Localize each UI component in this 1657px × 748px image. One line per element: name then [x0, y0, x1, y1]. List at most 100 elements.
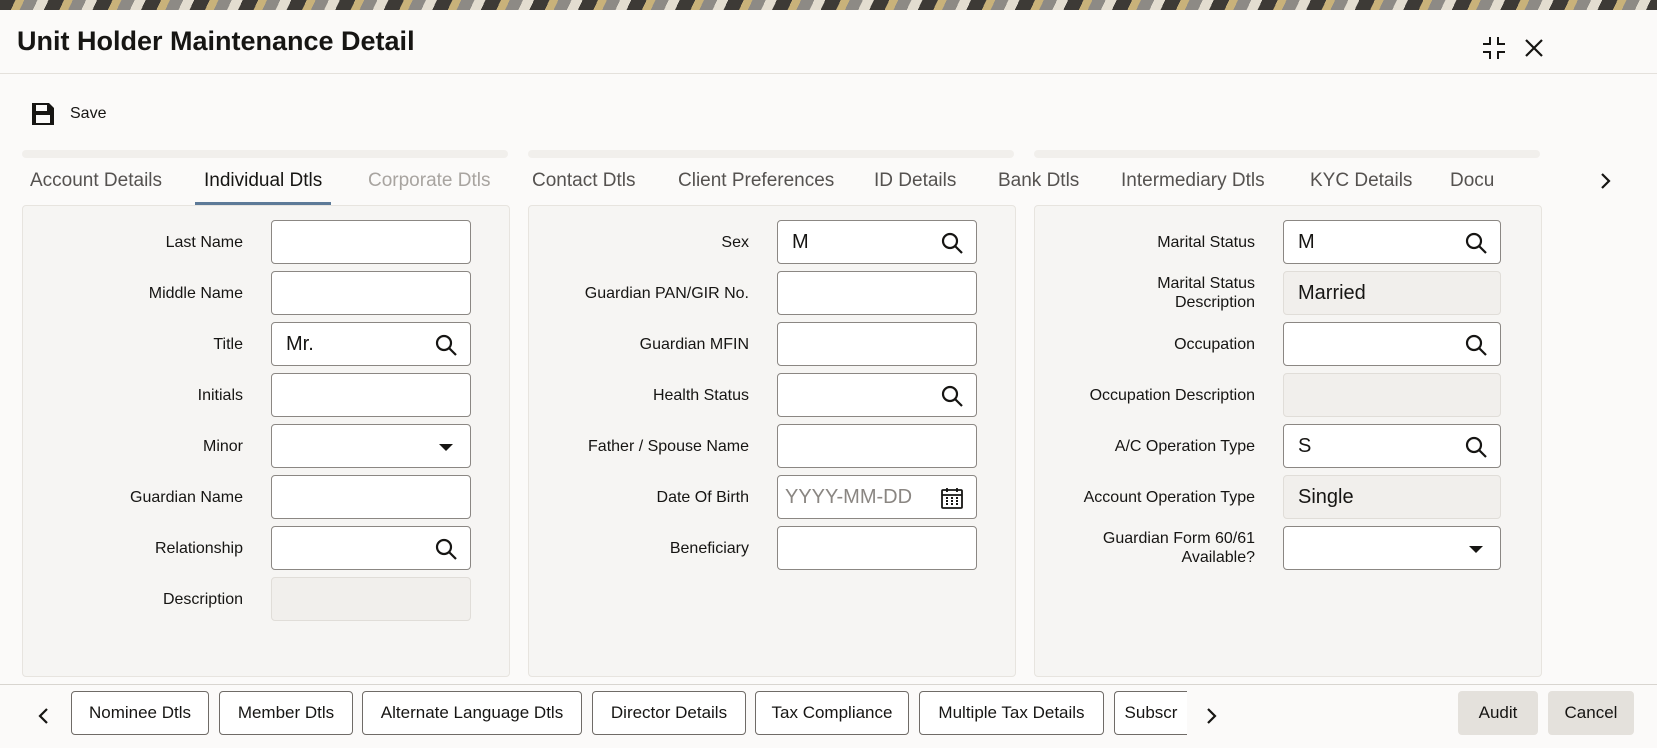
- guardian-mfin-field[interactable]: [777, 322, 977, 366]
- tab-intermediary-dtls[interactable]: Intermediary Dtls: [1121, 160, 1265, 202]
- account-op-type-label: Account Operation Type: [1083, 489, 1255, 506]
- scroll-right-icon[interactable]: [1200, 705, 1222, 727]
- tab-documents[interactable]: Docu: [1450, 160, 1494, 202]
- search-icon[interactable]: [940, 384, 964, 408]
- guardian-name-label: Guardian Name: [130, 489, 243, 506]
- guardian-pan-field[interactable]: [777, 271, 977, 315]
- tab-contact-dtls[interactable]: Contact Dtls: [532, 160, 635, 202]
- tabs-next-icon[interactable]: [1594, 170, 1616, 192]
- search-icon[interactable]: [434, 333, 458, 357]
- scroll-left-icon[interactable]: [33, 705, 55, 727]
- audit-button[interactable]: Audit: [1458, 691, 1538, 735]
- marital-desc-field: Married: [1283, 271, 1501, 315]
- nominee-dtls-button[interactable]: Nominee Dtls: [71, 691, 209, 735]
- sex-value: M: [792, 231, 809, 253]
- marital-status-value: M: [1298, 231, 1315, 253]
- dob-label: Date Of Birth: [656, 489, 749, 506]
- occupation-label: Occupation: [1174, 336, 1255, 353]
- middle-name-label: Middle Name: [148, 285, 243, 302]
- maximize-icon[interactable]: [1480, 34, 1508, 62]
- ac-op-type-label: A/C Operation Type: [1114, 438, 1255, 455]
- panel-personal: Last Name Middle Name Title Mr. Initials…: [22, 205, 510, 677]
- panel-header: [22, 150, 508, 158]
- sex-field[interactable]: M: [777, 220, 977, 264]
- search-icon[interactable]: [1464, 333, 1488, 357]
- health-status-field[interactable]: [777, 373, 977, 417]
- father-spouse-field[interactable]: [777, 424, 977, 468]
- dob-placeholder: YYYY-MM-DD: [785, 486, 913, 508]
- tax-compliance-button[interactable]: Tax Compliance: [755, 691, 909, 735]
- account-op-type-field: Single: [1283, 475, 1501, 519]
- director-details-button[interactable]: Director Details: [592, 691, 746, 735]
- dob-field[interactable]: YYYY-MM-DD: [777, 475, 977, 519]
- member-dtls-button[interactable]: Member Dtls: [219, 691, 353, 735]
- title-label: Title: [213, 336, 243, 353]
- marital-status-label: Marital Status: [1157, 234, 1255, 251]
- tab-client-preferences[interactable]: Client Preferences: [678, 160, 834, 202]
- beneficiary-field[interactable]: [777, 526, 977, 570]
- minor-select[interactable]: [271, 424, 471, 468]
- sex-label: Sex: [721, 234, 749, 251]
- guardian-name-field[interactable]: [271, 475, 471, 519]
- divider: [0, 73, 1657, 74]
- tab-id-details[interactable]: ID Details: [874, 160, 956, 202]
- marital-status-field[interactable]: M: [1283, 220, 1501, 264]
- chevron-down-icon: [439, 444, 453, 451]
- guardian-mfin-label: Guardian MFIN: [639, 336, 749, 353]
- tab-corporate-dtls: Corporate Dtls: [368, 170, 491, 191]
- bottom-toolbar: Nominee Dtls Member Dtls Alternate Langu…: [0, 684, 1657, 748]
- guardian-form-label-line2: Available?: [1181, 549, 1255, 566]
- title-value: Mr.: [286, 333, 314, 355]
- alternate-language-dtls-button[interactable]: Alternate Language Dtls: [362, 691, 582, 735]
- guardian-form-label: Guardian Form 60/61 Available?: [1055, 529, 1255, 567]
- occupation-desc-label: Occupation Description: [1089, 387, 1255, 404]
- search-icon[interactable]: [434, 537, 458, 561]
- search-icon[interactable]: [1464, 231, 1488, 255]
- description-label: Description: [162, 591, 243, 608]
- calendar-icon[interactable]: [940, 486, 964, 510]
- father-spouse-label: Father / Spouse Name: [588, 438, 749, 455]
- guardian-form-label-line1: Guardian Form 60/61: [1102, 530, 1255, 547]
- guardian-form-select[interactable]: [1283, 526, 1501, 570]
- ac-op-type-field[interactable]: S: [1283, 424, 1501, 468]
- description-field: [271, 577, 471, 621]
- marital-desc-label: Marital Status Description: [1055, 274, 1255, 312]
- search-icon[interactable]: [1464, 435, 1488, 459]
- tab-individual-dtls[interactable]: Individual Dtls: [194, 160, 332, 205]
- last-name-label: Last Name: [165, 234, 243, 251]
- tab-account-details[interactable]: Account Details: [30, 160, 162, 202]
- last-name-field[interactable]: [271, 220, 471, 264]
- ac-op-type-value: S: [1298, 435, 1312, 457]
- close-icon[interactable]: [1520, 34, 1548, 62]
- occupation-desc-field: [1283, 373, 1501, 417]
- panel-guardian: Sex M Guardian PAN/GIR No. Guardian MFIN…: [528, 205, 1016, 677]
- relationship-field[interactable]: [271, 526, 471, 570]
- tab-bank-dtls[interactable]: Bank Dtls: [998, 160, 1079, 202]
- marital-desc-label-line1: Marital Status: [1157, 275, 1255, 292]
- title-field[interactable]: Mr.: [271, 322, 471, 366]
- search-icon[interactable]: [940, 231, 964, 255]
- page-title: Unit Holder Maintenance Detail: [17, 26, 415, 56]
- tab-kyc-details[interactable]: KYC Details: [1310, 160, 1412, 202]
- multiple-tax-details-button[interactable]: Multiple Tax Details: [919, 691, 1104, 735]
- health-status-label: Health Status: [652, 387, 749, 404]
- panel-status: Marital Status M Marital Status Descript…: [1034, 205, 1542, 677]
- save-button[interactable]: Save: [30, 98, 106, 130]
- header-banner: [0, 0, 1657, 10]
- subscription-button[interactable]: Subscr: [1114, 691, 1187, 735]
- cancel-button[interactable]: Cancel: [1548, 691, 1634, 735]
- occupation-field[interactable]: [1283, 322, 1501, 366]
- panel-header: [528, 150, 1014, 158]
- minor-label: Minor: [202, 438, 243, 455]
- relationship-label: Relationship: [154, 540, 243, 557]
- save-label: Save: [70, 105, 107, 122]
- tab-bar: Account Details Individual Dtls Corporat…: [0, 160, 1610, 205]
- panel-header: [1034, 150, 1540, 158]
- guardian-pan-label: Guardian PAN/GIR No.: [584, 285, 749, 302]
- chevron-down-icon: [1469, 546, 1483, 553]
- middle-name-field[interactable]: [271, 271, 471, 315]
- initials-field[interactable]: [271, 373, 471, 417]
- initials-label: Initials: [197, 387, 243, 404]
- beneficiary-label: Beneficiary: [669, 540, 749, 557]
- marital-desc-label-line2: Description: [1174, 294, 1255, 311]
